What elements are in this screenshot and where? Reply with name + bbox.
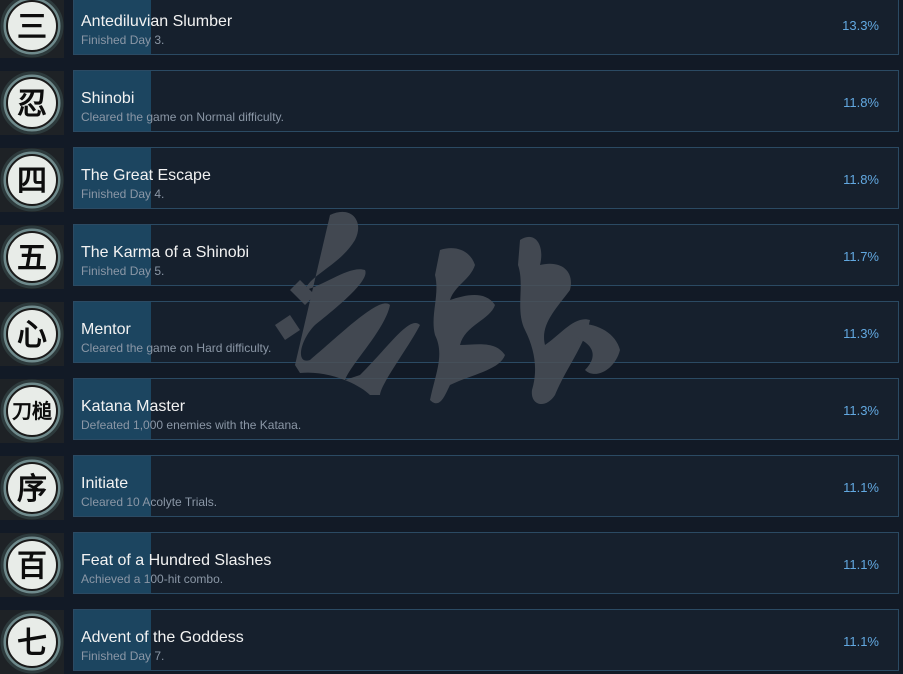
kanji-shinobi-medallion-icon: 忍: [0, 71, 64, 135]
unlock-percentage: 11.3%: [843, 403, 879, 418]
achievement-title: The Great Escape: [81, 167, 211, 184]
achievement-row[interactable]: 百 Feat of a Hundred Slashes Achieved a 100…: [0, 531, 903, 597]
achievement-title: Advent of the Goddess: [81, 629, 244, 646]
achievement-description: Cleared the game on Hard difficulty.: [81, 341, 272, 355]
achievement-row[interactable]: 心 Mentor Cleared the game on Hard difficul…: [0, 300, 903, 366]
achievement-panel: Advent of the Goddess Finished Day 7. 11.1…: [73, 609, 899, 671]
svg-text:七: 七: [17, 626, 47, 661]
svg-text:心: 心: [17, 318, 47, 353]
achievement-panel: Shinobi Cleared the game on Normal diffic…: [73, 70, 899, 132]
unlock-percentage: 11.8%: [843, 95, 879, 110]
achievement-row[interactable]: 刀槌 Katana Master Defeated 1,000 enemies wi…: [0, 377, 903, 443]
svg-text:百: 百: [17, 549, 47, 584]
achievement-title: Shinobi: [81, 90, 135, 107]
achievement-title: Initiate: [81, 475, 129, 492]
kanji-go-medallion-icon: 五: [0, 225, 64, 289]
unlock-percentage: 11.3%: [843, 326, 879, 341]
achievement-row[interactable]: 五 The Karma of a Shinobi Finished Day 5. 11…: [0, 223, 903, 289]
achievement-row[interactable]: 序 Initiate Cleared 10 Acolyte Trials. 11.1%: [0, 454, 903, 520]
unlock-percentage: 11.1%: [843, 634, 879, 649]
achievement-title: Mentor: [81, 321, 131, 338]
achievement-title: The Karma of a Shinobi: [81, 244, 250, 261]
achievement-panel: Mentor Cleared the game on Hard difficult…: [73, 301, 899, 363]
achievement-description: Cleared the game on Normal difficulty.: [81, 110, 284, 124]
unlock-percentage: 11.1%: [843, 480, 879, 495]
kanji-shichi-medallion-icon: 七: [0, 610, 64, 674]
achievement-panel: Initiate Cleared 10 Acolyte Trials. 11.1%: [73, 455, 899, 517]
kanji-jo-medallion-icon: 序: [0, 456, 64, 520]
achievement-panel: Feat of a Hundred Slashes Achieved a 100-…: [73, 532, 899, 594]
unlock-percentage: 11.8%: [843, 172, 879, 187]
kanji-hyaku-medallion-icon: 百: [0, 533, 64, 597]
svg-text:序: 序: [17, 472, 47, 507]
unlock-percentage: 11.1%: [843, 557, 879, 572]
svg-text:忍: 忍: [17, 87, 47, 122]
achievement-panel: The Karma of a Shinobi Finished Day 5. 11.…: [73, 224, 899, 286]
achievement-description: Finished Day 3.: [81, 33, 165, 47]
achievement-description: Finished Day 7.: [81, 649, 165, 663]
achievement-description: Defeated 1,000 enemies with the Katana.: [81, 418, 302, 432]
achievement-title: Feat of a Hundred Slashes: [81, 552, 272, 569]
achievement-panel: The Great Escape Finished Day 4. 11.8%: [73, 147, 899, 209]
achievement-description: Finished Day 5.: [81, 264, 165, 278]
unlock-percentage: 13.3%: [842, 18, 879, 33]
achievement-row[interactable]: 四 The Great Escape Finished Day 4. 11.8%: [0, 146, 903, 212]
achievement-description: Finished Day 4.: [81, 187, 165, 201]
achievement-row[interactable]: 七 Advent of the Goddess Finished Day 7. 11.…: [0, 608, 903, 674]
svg-text:刀槌: 刀槌: [12, 399, 52, 423]
achievement-description: Cleared 10 Acolyte Trials.: [81, 495, 218, 509]
achievement-title: Antediluvian Slumber: [81, 13, 233, 30]
svg-text:五: 五: [17, 241, 47, 276]
achievement-panel: Antediluvian Slumber Finished Day 3. 13.3%: [73, 0, 899, 55]
achievement-title: Katana Master: [81, 398, 186, 415]
kanji-san-medallion-icon: 三: [0, 0, 64, 58]
kanji-kokoro-medallion-icon: 心: [0, 302, 64, 366]
achievement-row[interactable]: 三 Antediluvian Slumber Finished Day 3. 13.3…: [0, 0, 903, 58]
kanji-shi-medallion-icon: 四: [0, 148, 64, 212]
achievement-row[interactable]: 忍 Shinobi Cleared the game on Normal diffi…: [0, 69, 903, 135]
svg-text:三: 三: [17, 10, 47, 45]
unlock-percentage: 11.7%: [843, 249, 879, 264]
svg-text:四: 四: [17, 164, 47, 199]
achievement-panel: Katana Master Defeated 1,000 enemies with…: [73, 378, 899, 440]
achievement-description: Achieved a 100-hit combo.: [81, 572, 224, 586]
katana-kanji-icon: 刀槌: [0, 379, 64, 443]
